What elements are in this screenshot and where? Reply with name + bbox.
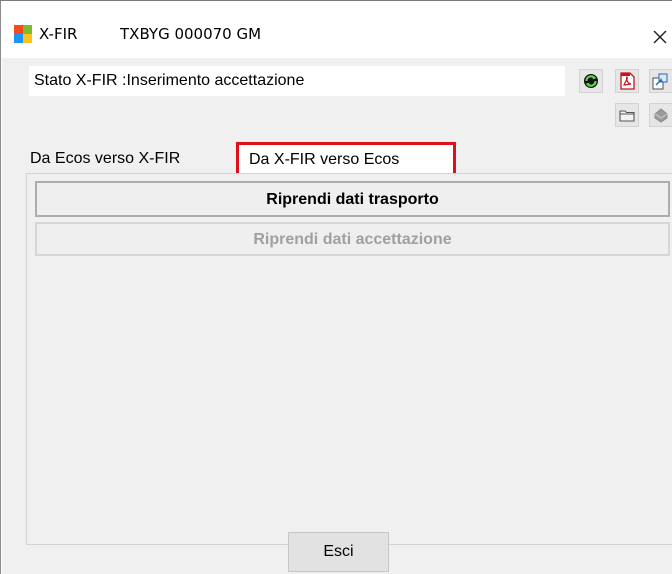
refresh-button[interactable] (579, 69, 603, 93)
pdf-button[interactable] (615, 69, 639, 93)
tab-from-ecos-to-xfir[interactable]: Da Ecos verso X-FIR (30, 150, 180, 168)
app-logo-icon (14, 25, 32, 43)
status-value: Inserimento accettazione (126, 72, 305, 89)
title-bar: X-FIR TXBYG 000070 GM (1, 1, 672, 44)
status-label: Stato X-FIR : (34, 72, 127, 89)
disabled-shape-icon (654, 108, 668, 123)
folder-button[interactable] (615, 103, 639, 127)
disabled-tool-button[interactable] (649, 103, 672, 127)
close-button[interactable] (646, 19, 672, 47)
exit-button[interactable]: Esci (288, 532, 389, 572)
close-icon (653, 30, 667, 44)
tab-from-xfir-to-ecos-label: Da X-FIR verso Ecos (249, 151, 400, 168)
refresh-icon (584, 74, 598, 88)
resume-acceptance-data-button[interactable]: Riprendi dati accettazione (35, 222, 670, 256)
status-line: Stato X-FIR :Inserimento accettazione (34, 72, 304, 90)
window-title-code: TXBYG 000070 GM (120, 25, 262, 43)
status-field: Stato X-FIR :Inserimento accettazione (29, 66, 565, 96)
tab-panel: Riprendi dati trasporto Riprendi dati ac… (26, 173, 672, 545)
application-window: X-FIR TXBYG 000070 GM Stato X-FIR :Inser… (0, 1, 672, 574)
folder-icon (619, 110, 635, 122)
client-area: Stato X-FIR :Inserimento accettazione Da… (2, 58, 672, 574)
pdf-icon (620, 72, 635, 90)
window-title-app: X-FIR (39, 25, 78, 43)
resume-transport-data-button[interactable]: Riprendi dati trasporto (35, 181, 670, 217)
share-icon (652, 73, 668, 90)
share-button[interactable] (649, 69, 672, 93)
